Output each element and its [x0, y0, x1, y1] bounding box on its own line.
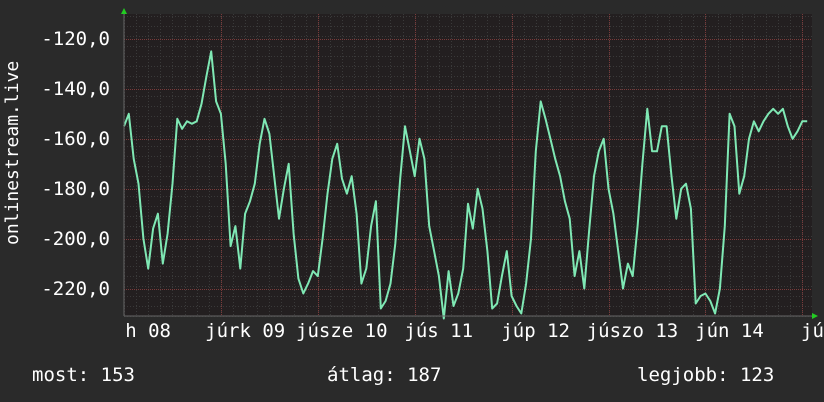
y-tick-label: -220,0 [41, 277, 110, 300]
stats-graph-panel: onlinestream.live -120,0 -140,0 -160,0 -180… [0, 0, 824, 402]
y-tick-label: -200,0 [41, 227, 110, 250]
current-value: most: 153 [32, 364, 135, 386]
y-tick-label: -140,0 [41, 77, 110, 100]
average-value: átlag: 187 [327, 364, 442, 386]
x-axis-arrow-icon [812, 313, 818, 319]
x-tick-label: júp 12 [501, 320, 570, 342]
y-axis-arrow-icon [121, 8, 127, 14]
x-tick-label: jús 11 [404, 320, 474, 342]
x-tick-label: júsze 10 [296, 320, 388, 342]
x-tick-label: júszo 13 [586, 320, 679, 342]
y-tick-label: -160,0 [41, 127, 110, 150]
plot-area [124, 14, 812, 316]
x-tick-label: h 08 [125, 320, 171, 342]
best-value: legjobb: 123 [637, 364, 775, 386]
x-tick-label: jún 14 [695, 320, 764, 342]
y-axis-label: onlinestream.live [2, 60, 23, 245]
x-tick-label: jú [801, 320, 824, 342]
y-tick-label: -120,0 [41, 27, 110, 50]
x-tick-label: júrk 09 [205, 320, 286, 342]
y-tick-label: -180,0 [41, 177, 110, 200]
